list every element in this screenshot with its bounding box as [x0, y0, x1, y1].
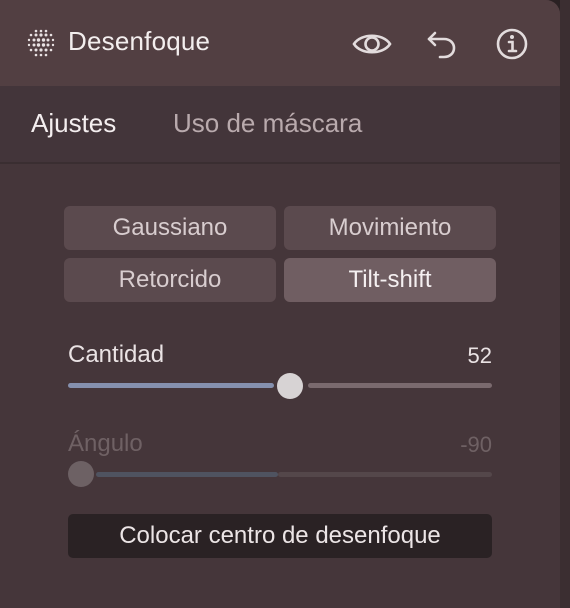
panel-title: Desenfoque	[68, 26, 211, 56]
blur-dots-icon	[27, 29, 55, 57]
tab-uso-de-mascara[interactable]: Uso de máscara	[173, 108, 362, 139]
amount-label: Cantidad	[68, 341, 165, 368]
tab-ajustes[interactable]: Ajustes	[31, 108, 116, 139]
blur-type-movimiento[interactable]: Movimiento	[284, 206, 496, 250]
angle-track[interactable]	[278, 472, 492, 477]
window-edge	[560, 0, 570, 608]
eye-icon	[352, 34, 392, 54]
amount-track[interactable]	[308, 383, 492, 388]
amount-slider-thumb[interactable]	[277, 373, 303, 399]
info-icon	[496, 28, 528, 60]
preview-toggle-button[interactable]	[352, 24, 392, 64]
angle-slider-thumb[interactable]	[68, 461, 94, 487]
tab-bar: Ajustes Uso de máscara	[0, 86, 560, 164]
blur-type-retorcido[interactable]: Retorcido	[64, 258, 276, 302]
undo-button[interactable]	[422, 24, 462, 64]
angle-value: -90	[460, 432, 492, 457]
blur-type-gaussiano[interactable]: Gaussiano	[64, 206, 276, 250]
undo-icon	[427, 31, 456, 59]
place-blur-center-button[interactable]: Colocar centro de desenfoque	[68, 514, 492, 558]
blur-type-tilt-shift[interactable]: Tilt-shift	[284, 258, 496, 302]
info-button[interactable]	[492, 24, 532, 64]
blur-panel: Desenfoque Ajustes Uso de máscara Gaussi…	[0, 0, 560, 608]
settings-content: Gaussiano Movimiento Retorcido Tilt-shif…	[0, 164, 560, 608]
amount-track-fill	[68, 383, 274, 388]
angle-label: Ángulo	[68, 430, 143, 457]
angle-track-fill	[96, 472, 278, 477]
amount-value: 52	[467, 343, 492, 368]
panel-header: Desenfoque	[0, 0, 560, 86]
